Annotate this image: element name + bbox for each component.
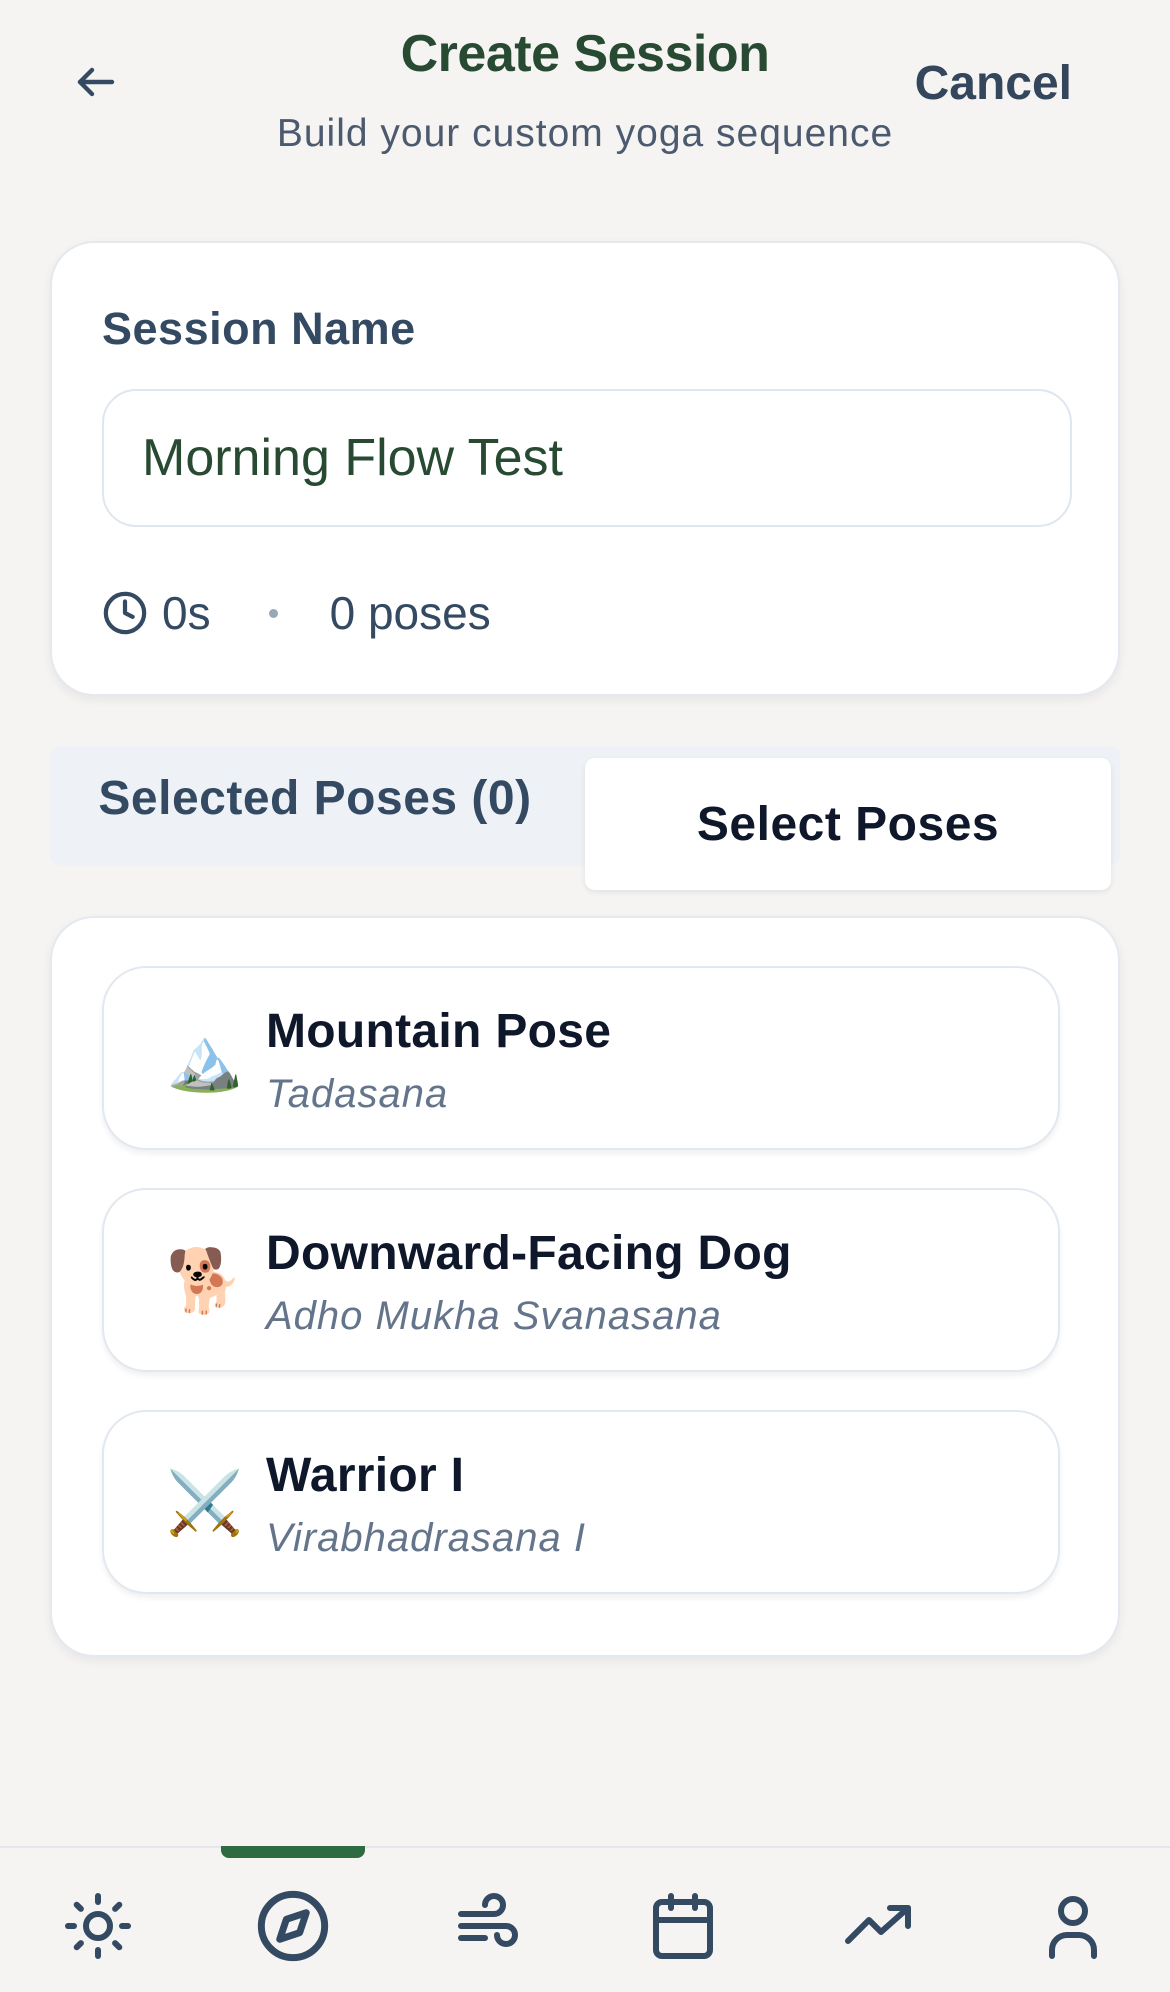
nav-item-profile[interactable] [1033,1886,1113,1966]
pose-name: Mountain Pose [266,1005,612,1058]
pose-name: Warrior I [266,1449,465,1502]
session-meta: 0s 0 poses [102,583,491,643]
session-pose-count: 0 poses [329,587,491,639]
session-duration: 0s [162,587,211,639]
pose-name: Downward-Facing Dog [266,1227,792,1280]
bottom-nav [0,1846,1170,1992]
wind-icon [458,1893,518,1947]
header: Create Session Build your custom yoga se… [0,0,1170,180]
tab-selected-poses[interactable]: Selected Poses (0) [50,738,580,858]
pose-tabs: Selected Poses (0) Select Poses [50,746,1120,890]
pose-item-mountain[interactable]: 🏔️ Mountain Pose Tadasana [102,966,1060,1150]
pose-sanskrit-name: Tadasana [266,1072,449,1116]
pose-item-downward-dog[interactable]: 🐕 Downward-Facing Dog Adho Mukha Svanasa… [102,1188,1060,1372]
nav-item-progress[interactable] [838,1886,918,1966]
nav-item-today[interactable] [58,1886,138,1966]
mountain-icon: 🏔️ [166,1025,244,1094]
tab-select-poses[interactable]: Select Poses [585,758,1111,890]
page-subtitle: Build your custom yoga sequence [276,112,894,155]
cancel-button[interactable]: Cancel [915,56,1072,111]
session-name-input[interactable] [102,389,1072,527]
pose-item-warrior-one[interactable]: ⚔️ Warrior I Virabhadrasana I [102,1410,1060,1594]
crossed-swords-icon: ⚔️ [166,1469,244,1538]
trending-up-icon [845,1905,911,1944]
nav-item-breathe[interactable] [448,1886,528,1966]
session-details-card: Session Name 0s 0 poses [50,241,1120,696]
sun-icon [65,1893,131,1959]
nav-item-explore[interactable] [253,1886,333,1966]
clock-icon [103,591,147,635]
dog-icon: 🐕 [166,1247,244,1316]
pose-sanskrit-name: Adho Mukha Svanasana [266,1294,722,1338]
active-tab-indicator [221,1846,365,1858]
calendar-icon [653,1893,713,1959]
nav-item-schedule[interactable] [643,1886,723,1966]
separator-dot [268,608,278,618]
pose-list-card: 🏔️ Mountain Pose Tadasana 🐕 Downward-Fac… [50,916,1120,1657]
user-icon [1049,1896,1097,1959]
compass-icon [257,1890,329,1962]
pose-sanskrit-name: Virabhadrasana I [266,1516,586,1560]
session-name-label: Session Name [102,303,416,354]
